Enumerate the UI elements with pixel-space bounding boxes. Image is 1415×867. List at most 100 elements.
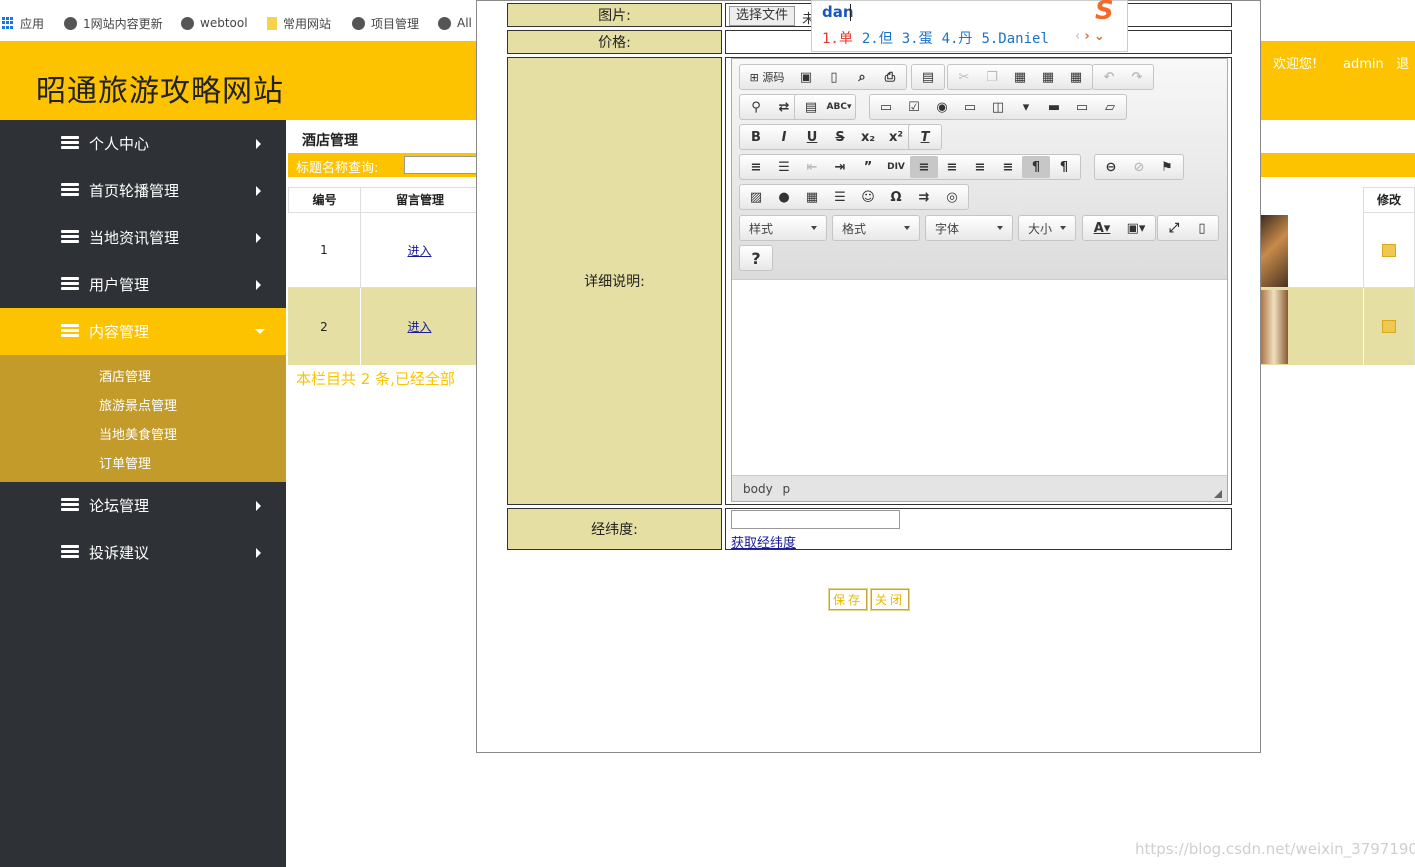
print-icon[interactable]: ⎙ — [876, 66, 904, 88]
subscript-icon[interactable]: x₂ — [854, 126, 882, 148]
save-button[interactable]: 保存 — [828, 588, 868, 611]
bookmark-item[interactable]: 项目管理 — [352, 14, 419, 32]
templates-icon[interactable]: ▤ — [914, 66, 942, 88]
message-link[interactable]: 进入 — [360, 288, 480, 365]
save-doc-icon[interactable]: ▣ — [792, 66, 820, 88]
find-icon[interactable]: ⚲ — [742, 96, 770, 118]
align-left-icon[interactable]: ≡ — [910, 156, 938, 178]
style-dropdown[interactable]: 样式 — [739, 215, 827, 241]
smiley-icon[interactable]: ☺ — [854, 186, 882, 208]
edit-icon[interactable] — [1382, 320, 1396, 333]
size-dropdown[interactable]: 大小 — [1018, 215, 1076, 241]
page-break-icon[interactable]: ⇉ — [910, 186, 938, 208]
textarea-icon[interactable]: ◫ — [984, 96, 1012, 118]
resize-handle-icon[interactable] — [1214, 490, 1222, 498]
text-color-icon[interactable]: A▾ — [1085, 217, 1119, 239]
outdent-icon[interactable]: ⇤ — [798, 156, 826, 178]
spellcheck-icon[interactable]: ABC▾ — [825, 96, 853, 118]
paste-word-icon[interactable]: ▦ — [1062, 66, 1090, 88]
sidebar-item-news[interactable]: 当地资讯管理 — [0, 214, 286, 261]
strikethrough-icon[interactable]: S — [826, 126, 854, 148]
ltr-icon[interactable]: ¶ — [1022, 156, 1050, 178]
justify-icon[interactable]: ≡ — [994, 156, 1022, 178]
horizontal-rule-icon[interactable]: ☰ — [826, 186, 854, 208]
ime-candidate[interactable]: 3.蛋 — [902, 31, 933, 47]
cut-icon[interactable]: ✂ — [950, 66, 978, 88]
button-field-icon[interactable]: ▬ — [1040, 96, 1068, 118]
italic-icon[interactable]: I — [770, 126, 798, 148]
bold-icon[interactable]: B — [742, 126, 770, 148]
special-char-icon[interactable]: Ω — [882, 186, 910, 208]
coord-input[interactable] — [731, 510, 900, 529]
format-dropdown[interactable]: 格式 — [832, 215, 920, 241]
get-coord-link[interactable]: 获取经纬度 — [731, 532, 796, 551]
submenu-item-attractions[interactable]: 旅游景点管理 — [99, 395, 177, 414]
element-path[interactable]: body p — [743, 482, 790, 496]
source-button[interactable]: ⊞ 源码 — [742, 66, 792, 88]
bookmark-item[interactable]: webtool — [181, 14, 248, 32]
logout-link[interactable]: 退 — [1396, 57, 1409, 72]
close-button[interactable]: 关闭 — [870, 588, 910, 611]
rtl-icon[interactable]: ¶ — [1050, 156, 1078, 178]
editor-content-area[interactable] — [732, 279, 1227, 475]
ime-candidate[interactable]: 5.Daniel — [981, 31, 1048, 47]
ime-candidate[interactable]: 1.单 — [822, 31, 853, 47]
maximize-icon[interactable]: ⤢ — [1160, 217, 1188, 239]
select-field-icon[interactable]: ▾ — [1012, 96, 1040, 118]
bookmark-folder[interactable]: 常用网站 — [267, 14, 331, 32]
copy-icon[interactable]: ❐ — [978, 66, 1006, 88]
image-icon[interactable]: ▨ — [742, 186, 770, 208]
paste-icon[interactable]: ▦ — [1006, 66, 1034, 88]
form-icon[interactable]: ▭ — [872, 96, 900, 118]
align-right-icon[interactable]: ≡ — [966, 156, 994, 178]
table-icon[interactable]: ▦ — [798, 186, 826, 208]
sidebar-item-carousel[interactable]: 首页轮播管理 — [0, 167, 286, 214]
bookmark-item[interactable]: 1网站内容更新 — [64, 14, 163, 32]
ime-candidate[interactable]: 4.丹 — [942, 31, 973, 47]
show-blocks-icon[interactable]: ▯ — [1188, 217, 1216, 239]
sidebar-item-complaints[interactable]: 投诉建议 — [0, 529, 286, 576]
blockquote-icon[interactable]: ” — [854, 156, 882, 178]
indent-icon[interactable]: ⇥ — [826, 156, 854, 178]
superscript-icon[interactable]: x² — [882, 126, 910, 148]
sidebar-item-forum[interactable]: 论坛管理 — [0, 482, 286, 529]
select-all-icon[interactable]: ▤ — [797, 96, 825, 118]
link-icon[interactable]: ⊖ — [1097, 156, 1125, 178]
redo-icon[interactable]: ↷ — [1123, 66, 1151, 88]
chevron-right-icon[interactable]: › — [1084, 29, 1089, 44]
remove-format-icon[interactable]: T — [911, 126, 939, 148]
iframe-icon[interactable]: ◎ — [938, 186, 966, 208]
unlink-icon[interactable]: ⊘ — [1125, 156, 1153, 178]
align-center-icon[interactable]: ≡ — [938, 156, 966, 178]
checkbox-icon[interactable]: ☑ — [900, 96, 928, 118]
bookmark-item[interactable]: All — [438, 14, 472, 32]
bg-color-icon[interactable]: ▣▾ — [1119, 217, 1153, 239]
new-page-icon[interactable]: ▯ — [820, 66, 848, 88]
font-dropdown[interactable]: 字体 — [925, 215, 1013, 241]
chevron-down-icon[interactable]: ⌄ — [1094, 29, 1105, 44]
search-input[interactable] — [404, 156, 484, 174]
underline-icon[interactable]: U — [798, 126, 826, 148]
edit-icon[interactable] — [1382, 243, 1396, 257]
submenu-item-hotels[interactable]: 酒店管理 — [99, 366, 151, 385]
bookmark-apps[interactable]: 应用 — [2, 14, 44, 32]
message-link[interactable]: 进入 — [360, 213, 480, 287]
flash-icon[interactable]: ● — [770, 186, 798, 208]
help-icon[interactable]: ? — [742, 247, 770, 269]
sidebar-item-personal[interactable]: 个人中心 — [0, 120, 286, 167]
submenu-item-food[interactable]: 当地美食管理 — [99, 424, 177, 443]
div-icon[interactable]: DIV — [882, 156, 910, 178]
numbered-list-icon[interactable]: ≡ — [742, 156, 770, 178]
sidebar-item-content[interactable]: 内容管理 — [0, 308, 286, 355]
anchor-icon[interactable]: ⚑ — [1153, 156, 1181, 178]
textfield-icon[interactable]: ▭ — [956, 96, 984, 118]
bullet-list-icon[interactable]: ☰ — [770, 156, 798, 178]
choose-file-button[interactable]: 选择文件 — [729, 6, 796, 26]
ime-page-nav[interactable]: ‹ › ⌄ — [1075, 29, 1105, 44]
image-button-icon[interactable]: ▭ — [1068, 96, 1096, 118]
undo-icon[interactable]: ↶ — [1095, 66, 1123, 88]
paste-text-icon[interactable]: ▦ — [1034, 66, 1062, 88]
ime-candidate[interactable]: 2.但 — [862, 31, 893, 47]
radio-icon[interactable]: ◉ — [928, 96, 956, 118]
submenu-item-orders[interactable]: 订单管理 — [99, 453, 151, 472]
